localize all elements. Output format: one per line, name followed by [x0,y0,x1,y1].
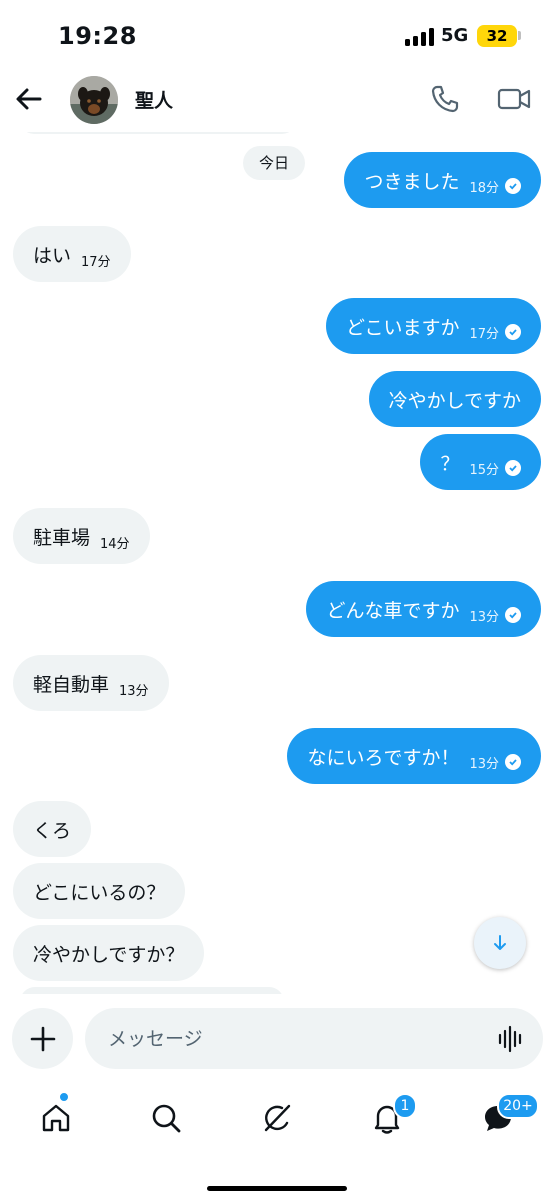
message-text: どんな車ですか [326,599,460,622]
message-bubble-in[interactable]: くろ [13,801,92,857]
message-text: 冷やかしですか？ [33,943,185,966]
arrow-left-icon[interactable] [12,82,46,116]
message-text: ？ [440,452,460,475]
message-text: はい [33,244,72,267]
day-separator: 今日 [243,146,306,180]
message-bubble-out[interactable]: どんな車ですか 13分 [306,581,541,637]
message-bubble-in[interactable]: 冷やかしですか？ [13,925,205,981]
arrow-down-icon [494,935,506,950]
plus-icon [30,1026,55,1051]
message-input[interactable] [85,1008,543,1069]
read-check-icon [505,754,521,770]
message-bubble-in[interactable]: どこにいるの？ [13,863,186,919]
message-text: なにいろですか！ [307,746,460,769]
message-composer [0,994,554,1080]
message-time: 13分 [469,756,499,772]
next-message-bubble [20,987,284,994]
message-bubble-in[interactable]: はい 17分 [13,226,131,282]
previous-message-bubble [20,132,296,134]
message-time: 17分 [469,326,499,342]
message-list[interactable]: 今日 つきました 18分 はい 17分 どこいますか 17分 冷やかしですか ？… [0,132,554,994]
message-bubble-out[interactable]: ？ 15分 [420,434,541,490]
message-text: 冷やかしですか [388,389,521,412]
message-bubble-in[interactable]: 軽自動車 13分 [13,655,169,711]
message-text: くろ [33,819,72,842]
battery-cap [518,31,521,40]
read-check-icon [505,178,521,194]
video-camera-icon[interactable] [496,82,532,116]
contact-name[interactable]: 聖人 [135,86,173,113]
home-notification-dot [59,1092,69,1102]
status-time: 19:28 [58,22,137,50]
message-time: 13分 [469,609,499,625]
message-bubble-out[interactable]: なにいろですか！ 13分 [287,728,541,784]
network-type: 5G [441,25,469,46]
message-bubble-out[interactable]: どこいますか 17分 [326,298,541,354]
home-indicator [207,1186,347,1191]
phone-icon[interactable] [428,82,462,116]
notifications-badge: 1 [393,1093,417,1119]
message-bubble-out[interactable]: つきました 18分 [344,152,541,208]
status-bar: 19:28 5G 32 [0,0,554,70]
conversation-header: 聖人 [0,70,554,132]
message-bubble-out[interactable]: 冷やかしですか [368,371,541,427]
home-icon[interactable] [34,1096,78,1140]
message-time: 17分 [81,254,111,270]
message-text: つきました [364,170,460,193]
bottom-navigation: 1 20+ [0,1080,554,1200]
scroll-to-bottom-button[interactable] [474,917,526,969]
add-attachment-button[interactable] [12,1008,73,1069]
message-text: 駐車場 [33,526,91,549]
voice-waveform-icon[interactable] [497,1025,525,1053]
message-time: 13分 [119,683,149,699]
message-text: どこいますか [346,316,460,339]
read-check-icon [505,460,521,476]
read-check-icon [505,324,521,340]
messages-badge: 20+ [497,1093,539,1119]
signal-strength-icon [405,28,435,46]
message-time: 18分 [469,180,499,196]
message-time: 14分 [100,536,130,552]
search-icon[interactable] [144,1096,188,1140]
read-check-icon [505,607,521,623]
message-text: 軽自動車 [33,673,110,696]
battery-indicator: 32 [477,25,517,47]
message-bubble-in[interactable]: 駐車場 14分 [13,508,150,564]
avatar[interactable] [70,76,118,124]
grok-icon[interactable] [255,1096,299,1140]
message-text: どこにいるの？ [33,881,166,904]
message-time: 15分 [469,462,499,478]
